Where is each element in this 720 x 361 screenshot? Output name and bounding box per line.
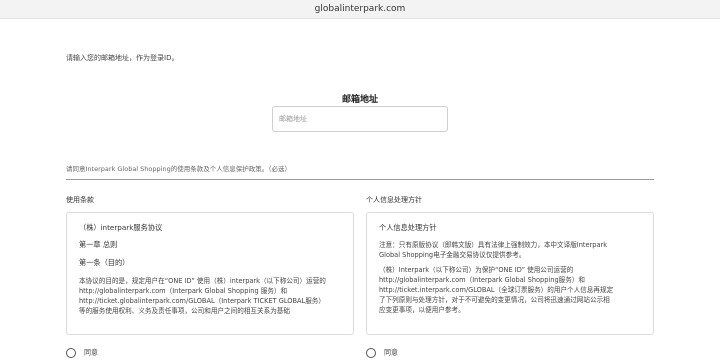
checkbox-circle-icon[interactable] — [366, 347, 376, 358]
login-id-prompt: 请输入您的邮箱地址，作为登录ID。 — [66, 54, 179, 62]
privacy-body-line: Global Shopping电子金融交易协议仅提供参考。 — [379, 251, 526, 259]
browser-url-bar[interactable]: globalinterpark.com — [0, 0, 720, 19]
terms-section-title: 使用条款 — [66, 196, 94, 204]
terms-text-box[interactable]: （株）interpark服务协议 第一章 总则 第一条（目的） 本协议的目的是，… — [66, 212, 354, 335]
privacy-body-line: （株）Interpark（以下称公司）为保护“ONE ID” 使用公司运营的 — [379, 266, 574, 274]
checkbox-circle-icon[interactable] — [66, 347, 76, 358]
privacy-body-line: http://ticket.interpark.com/GLOBAL（全球订票服… — [379, 286, 614, 294]
section-divider — [66, 179, 654, 180]
privacy-agree-label: 同意 — [384, 348, 398, 357]
agreement-notice: 请同意Interpark Global Shopping的使用条款及个人信息保护… — [66, 165, 291, 173]
email-input[interactable] — [272, 106, 448, 132]
terms-chapter: 第一章 总则 — [79, 240, 118, 249]
privacy-body-line: 注意：只有原版协议（即韩文版）具有法律上强制效力，本中文译版Interpark — [379, 241, 608, 249]
privacy-body-line: http://globalinterpark.com（Interpark Glo… — [379, 276, 585, 284]
privacy-header: 个人信息处理方针 — [379, 223, 437, 232]
privacy-body-line: 应变更事项，以便用户参考。 — [379, 306, 465, 314]
terms-header: （株）interpark服务协议 — [79, 223, 163, 232]
privacy-body-line: 了下列原则与处理方针，对于不可避免的变更情况，公司将迅速通过网站公示相 — [379, 296, 610, 304]
privacy-text-box[interactable]: 个人信息处理方针 注意：只有原版协议（即韩文版）具有法律上强制效力，本中文译版I… — [366, 212, 654, 335]
terms-body-line: 本协议的目的是，规定用户在“ONE ID” 使用（株）interpark（以下称… — [79, 277, 326, 285]
terms-body-line: 等的服务使用权利、义务及责任事项，公司和用户之间的相互关系为基础 — [79, 307, 290, 315]
terms-body-line: http://ticket.globalinterpark.com/GLOBAL… — [79, 297, 325, 305]
privacy-section-title: 个人信息处理方针 — [366, 196, 422, 204]
terms-article: 第一条（目的） — [79, 258, 130, 267]
email-field-title: 邮箱地址 — [341, 95, 378, 105]
privacy-agree-checkbox[interactable]: 同意 — [366, 342, 398, 358]
terms-agree-checkbox[interactable]: 同意 — [66, 342, 98, 358]
terms-agree-label: 同意 — [84, 348, 98, 357]
terms-body-line: http://globalinterpark.com（Interpark Glo… — [79, 287, 288, 295]
url-text: globalinterpark.com — [314, 4, 406, 14]
